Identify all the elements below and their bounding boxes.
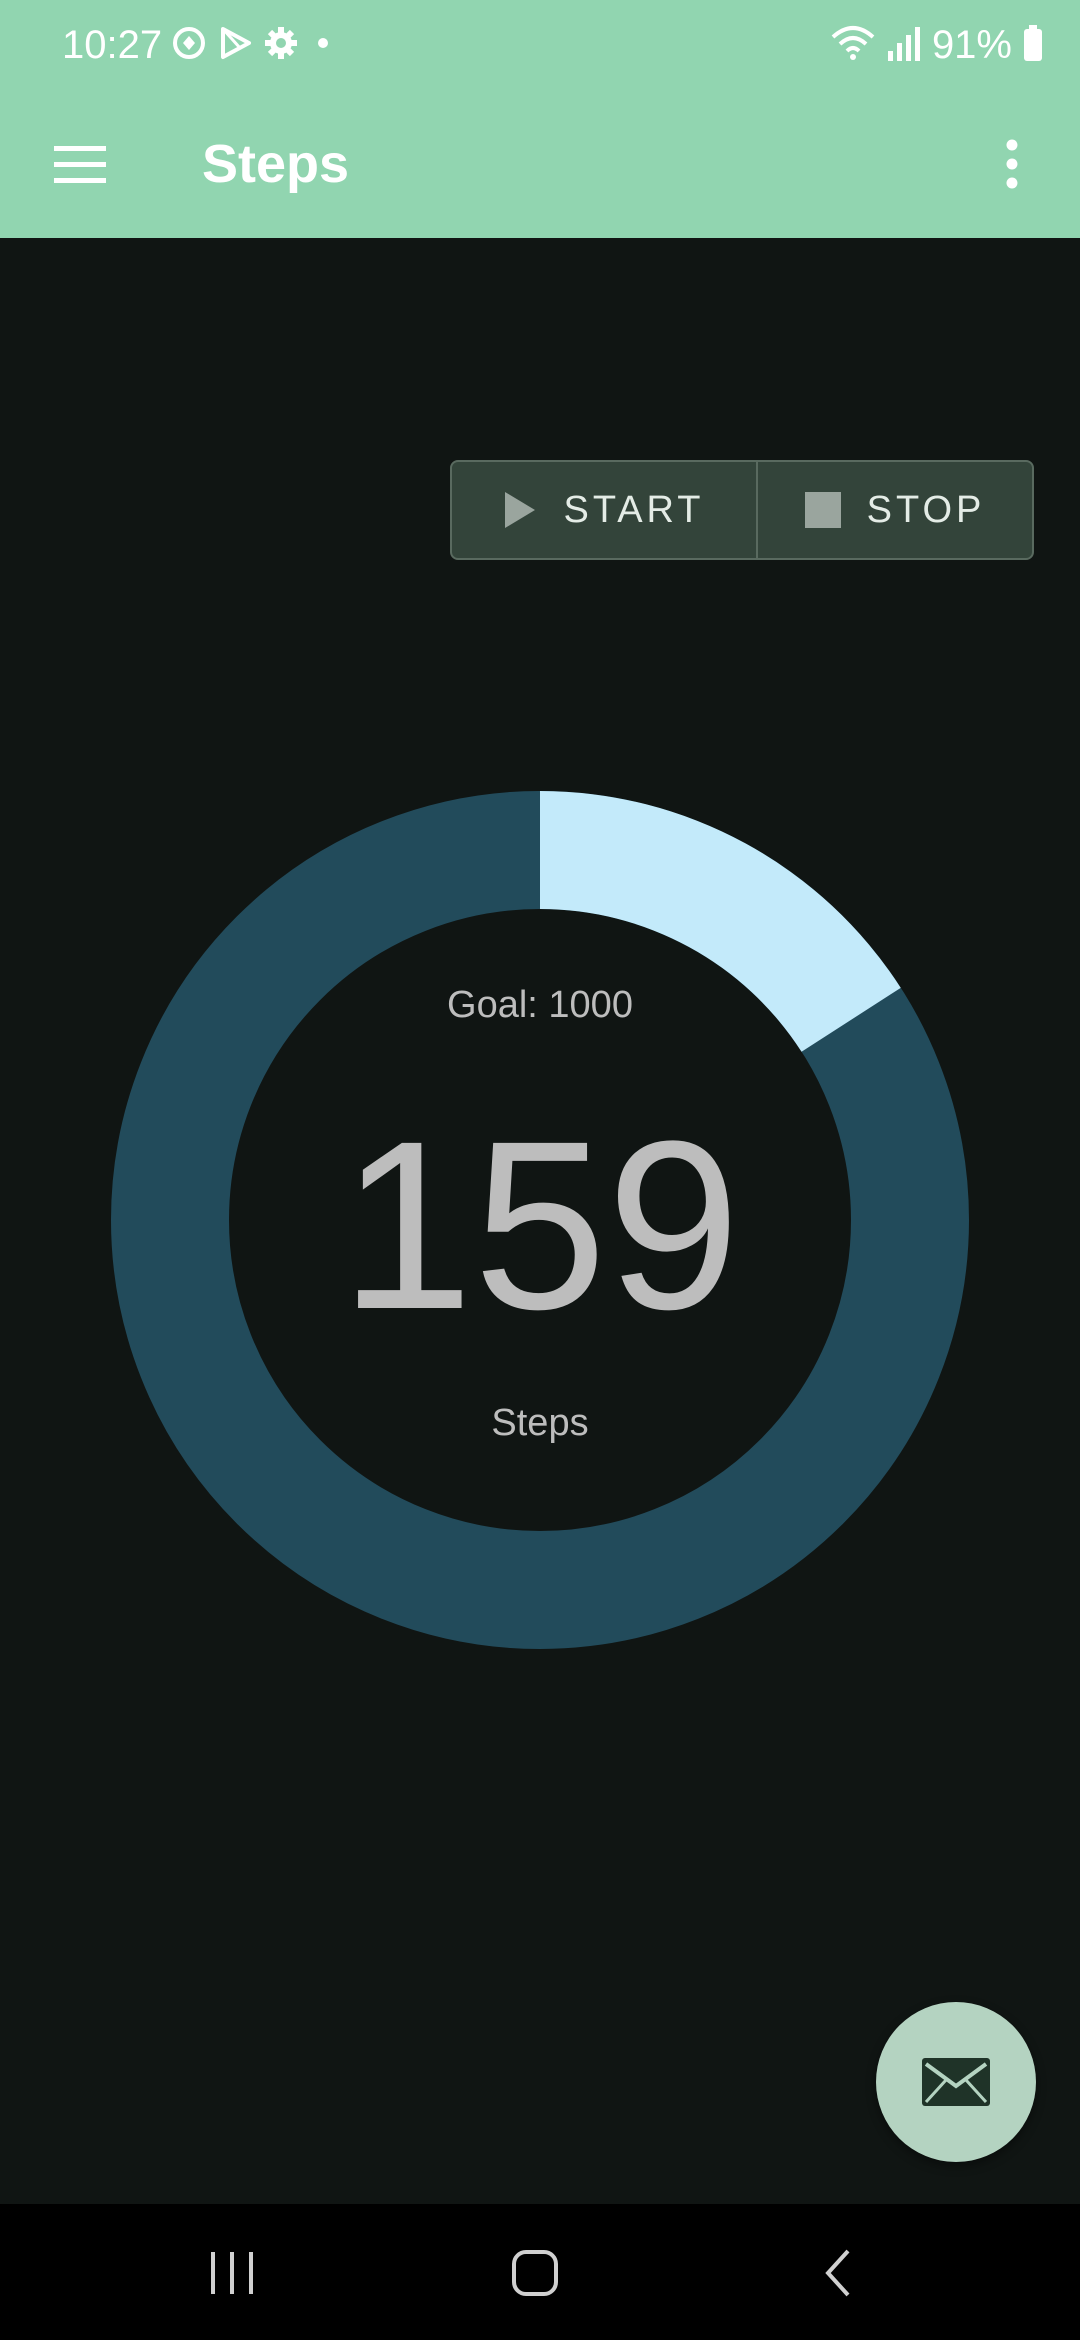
play-icon <box>505 492 536 528</box>
stop-icon <box>804 492 841 528</box>
mail-fab-button[interactable] <box>876 2002 1036 2162</box>
step-count: 159 <box>339 1091 741 1359</box>
battery-icon <box>1022 23 1044 68</box>
status-time: 10:27 <box>62 23 163 67</box>
start-stop-controls: START STOP <box>450 460 1034 560</box>
play-store-icon <box>216 24 254 67</box>
settings-icon <box>262 24 300 67</box>
battery-percent: 91% <box>931 23 1012 67</box>
dot-icon <box>308 24 338 67</box>
goal-label: Goal: 1000 <box>447 984 633 1026</box>
start-button[interactable]: START <box>452 462 758 558</box>
recent-apps-button[interactable] <box>172 2228 292 2318</box>
wifi-icon <box>830 23 876 68</box>
menu-button[interactable] <box>40 124 120 204</box>
home-icon <box>512 2250 558 2296</box>
more-vert-icon <box>1006 139 1018 189</box>
steps-unit-label: Steps <box>491 1402 589 1444</box>
back-button[interactable] <box>778 2228 898 2318</box>
hamburger-menu-icon <box>54 146 106 183</box>
page-title: Steps <box>202 134 350 194</box>
recent-apps-icon <box>211 2252 253 2294</box>
system-nav-bar <box>0 2204 1080 2340</box>
stop-label: STOP <box>866 488 986 531</box>
sync-icon <box>170 24 208 67</box>
stop-button[interactable]: STOP <box>758 462 1032 558</box>
app-bar: Steps <box>0 90 1080 238</box>
start-label: START <box>563 488 705 531</box>
home-button[interactable] <box>475 2228 595 2318</box>
signal-icon <box>886 23 922 68</box>
back-icon <box>825 2249 850 2297</box>
status-bar: 10:27 91% <box>0 0 1080 90</box>
overflow-menu-button[interactable] <box>972 124 1052 204</box>
mail-icon <box>922 2058 990 2106</box>
